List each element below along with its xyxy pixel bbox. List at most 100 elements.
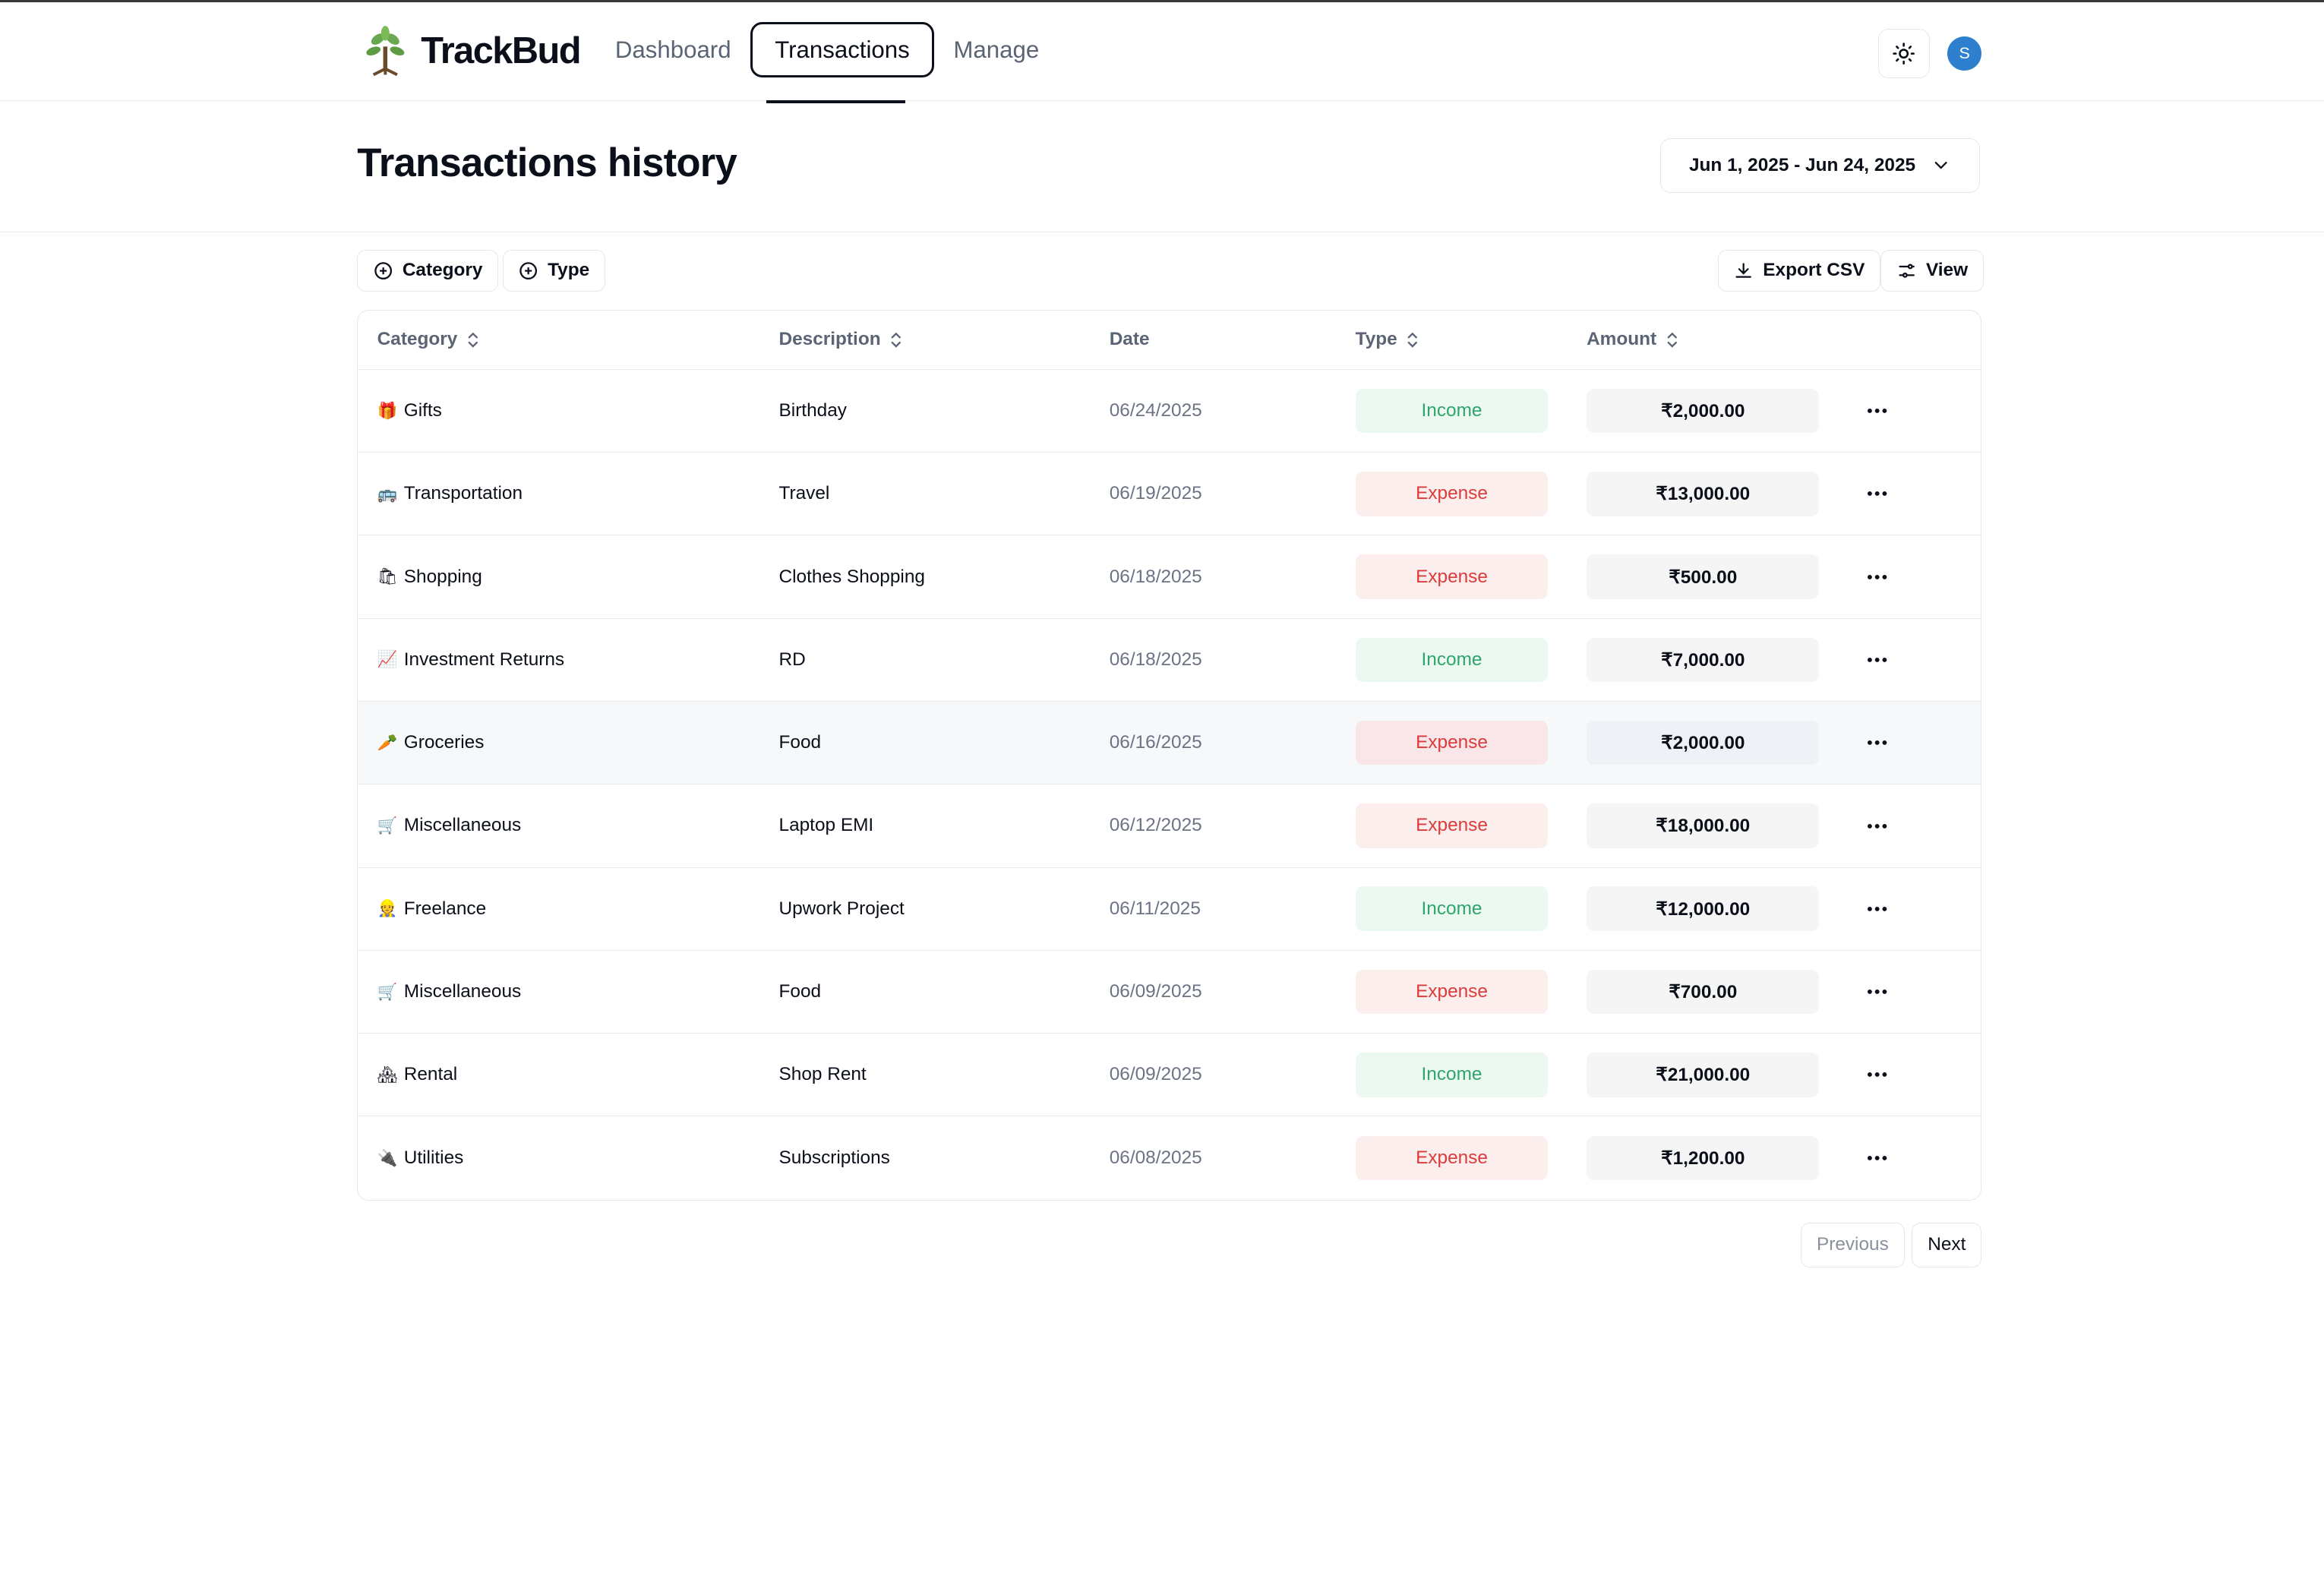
column-header-description[interactable]: Description: [779, 311, 903, 369]
category-emoji-icon: 🥕: [377, 733, 398, 752]
date-cell: 06/18/2025: [1109, 566, 1202, 587]
category-emoji-icon: 🚌: [377, 484, 398, 503]
category-emoji-icon: 👷: [377, 899, 398, 918]
amount-cell: ₹500.00: [1587, 535, 1820, 617]
category-cell: 🛒 Miscellaneous: [377, 784, 522, 866]
row-actions-button[interactable]: [1862, 1060, 1892, 1090]
chevron-down-icon: [1934, 162, 1947, 169]
nav-manage[interactable]: Manage: [937, 21, 1056, 78]
description-cell: Clothes Shopping: [778, 566, 925, 587]
type-badge: Income: [1355, 637, 1549, 683]
nav-transactions[interactable]: Transactions: [750, 22, 935, 78]
page-header: Transactions history Jun 1, 2025 - Jun 2…: [0, 101, 2324, 232]
column-header-label: Description: [778, 329, 881, 350]
type-badge: Expense: [1355, 554, 1549, 599]
row-actions-button[interactable]: [1862, 479, 1892, 509]
table-row[interactable]: 🛍 Shopping Clothes Shopping 06/18/2025 Expen…: [358, 535, 1981, 619]
column-header-label: Date: [1109, 329, 1150, 350]
sliders-icon: [1899, 264, 1915, 278]
row-actions-button[interactable]: [1862, 728, 1892, 758]
description-cell: RD: [778, 649, 806, 670]
description-cell: Laptop EMI: [778, 815, 874, 836]
sort-icon: [1408, 332, 1418, 348]
date-cell: 06/09/2025: [1109, 981, 1202, 1002]
type-cell: Income: [1355, 619, 1549, 701]
type-badge: Expense: [1355, 472, 1549, 516]
date-cell: 06/24/2025: [1109, 400, 1202, 421]
table-row[interactable]: 👷 Freelance Upwork Project 06/11/2025 Income…: [358, 868, 1981, 951]
more-horizontal-icon: [1867, 657, 1887, 662]
more-horizontal-icon: [1867, 491, 1887, 497]
table-header-row: Category Description Date Type Amount: [358, 311, 1981, 370]
amount-value: ₹7,000.00: [1587, 637, 1820, 683]
column-header-label: Amount: [1587, 329, 1657, 350]
more-horizontal-icon: [1867, 906, 1887, 911]
nav-dashboard[interactable]: Dashboard: [598, 21, 747, 78]
more-horizontal-icon: [1867, 823, 1887, 829]
type-cell: Expense: [1355, 702, 1549, 784]
row-actions-button[interactable]: [1862, 1144, 1892, 1173]
amount-cell: ₹21,000.00: [1587, 1034, 1820, 1116]
theme-toggle-button[interactable]: [1877, 29, 1930, 78]
row-actions-button[interactable]: [1862, 396, 1892, 426]
actions-cell: [1862, 702, 1892, 784]
amount-value: ₹700.00: [1587, 969, 1820, 1015]
row-actions-button[interactable]: [1862, 645, 1892, 674]
row-actions-button[interactable]: [1862, 562, 1892, 592]
category-cell: 🛍 Shopping: [377, 535, 482, 617]
category-cell: 📈 Investment Returns: [377, 619, 564, 701]
row-actions-button[interactable]: [1862, 977, 1892, 1007]
table-row[interactable]: 🛒 Miscellaneous Laptop EMI 06/12/2025 Expens…: [358, 784, 1981, 868]
user-avatar[interactable]: S: [1947, 36, 1982, 71]
sun-icon: [1893, 43, 1915, 65]
date-range-picker[interactable]: Jun 1, 2025 - Jun 24, 2025: [1659, 137, 1981, 193]
description-cell: Food: [778, 732, 822, 753]
row-actions-button[interactable]: [1862, 894, 1892, 923]
type-badge: Income: [1355, 886, 1549, 931]
category-name: Freelance: [403, 898, 487, 919]
type-badge: Expense: [1355, 969, 1549, 1015]
previous-page-button[interactable]: Previous: [1801, 1222, 1905, 1267]
table-row[interactable]: 🏘 Rental Shop Rent 06/09/2025 Income ₹21,000.…: [358, 1034, 1981, 1117]
row-actions-button[interactable]: [1862, 811, 1892, 841]
download-icon: [1735, 262, 1752, 278]
actions-cell: [1862, 1034, 1892, 1116]
date-cell: 06/11/2025: [1109, 898, 1201, 919]
table-row[interactable]: 🛒 Miscellaneous Food 06/09/2025 Expense ₹700.…: [358, 951, 1981, 1034]
table-row[interactable]: 🚌 Transportation Travel 06/19/2025 Expense ₹1…: [358, 453, 1981, 536]
export-csv-button[interactable]: Export CSV: [1717, 249, 1880, 292]
column-header-amount[interactable]: Amount: [1587, 311, 1678, 369]
amount-value: ₹18,000.00: [1587, 803, 1820, 848]
category-emoji-icon: 🛒: [377, 982, 398, 1001]
next-page-button[interactable]: Next: [1912, 1222, 1982, 1267]
view-options-button[interactable]: View: [1880, 249, 1984, 292]
type-badge: Income: [1355, 1053, 1549, 1097]
table-row[interactable]: 🎁 Gifts Birthday 06/24/2025 Income ₹2,000.00: [358, 370, 1981, 453]
category-emoji-icon: 🛍: [377, 567, 398, 586]
table-row[interactable]: 🥕 Groceries Food 06/16/2025 Expense ₹2,000.00: [358, 702, 1981, 785]
actions-cell: [1862, 784, 1892, 866]
type-cell: Expense: [1355, 951, 1549, 1033]
column-header-type[interactable]: Type: [1356, 311, 1419, 369]
category-name: Utilities: [403, 1147, 464, 1169]
brand[interactable]: TrackBud: [365, 26, 582, 77]
actions-cell: [1862, 868, 1892, 950]
actions-cell: [1862, 535, 1892, 617]
sort-icon: [468, 332, 478, 348]
table-row[interactable]: 📈 Investment Returns RD 06/18/2025 Income ₹7,…: [358, 619, 1981, 702]
column-header-label: Type: [1355, 329, 1397, 350]
main-nav: Dashboard Transactions Manage: [598, 21, 1055, 78]
category-name: Groceries: [403, 732, 485, 753]
category-emoji-icon: 📈: [377, 650, 398, 669]
column-header-category[interactable]: Category: [377, 311, 480, 369]
amount-cell: ₹2,000.00: [1587, 370, 1820, 452]
column-header-date: Date: [1110, 311, 1150, 369]
category-emoji-icon: 🔌: [377, 1148, 398, 1167]
type-filter-button[interactable]: Type: [502, 249, 605, 292]
more-horizontal-icon: [1867, 409, 1887, 413]
amount-value: ₹2,000.00: [1587, 388, 1820, 434]
category-name: Shopping: [403, 566, 482, 587]
category-filter-button[interactable]: Category: [357, 249, 498, 292]
table-row[interactable]: 🔌 Utilities Subscriptions 06/08/2025 Expense…: [358, 1116, 1981, 1199]
type-badge: Expense: [1355, 803, 1549, 848]
